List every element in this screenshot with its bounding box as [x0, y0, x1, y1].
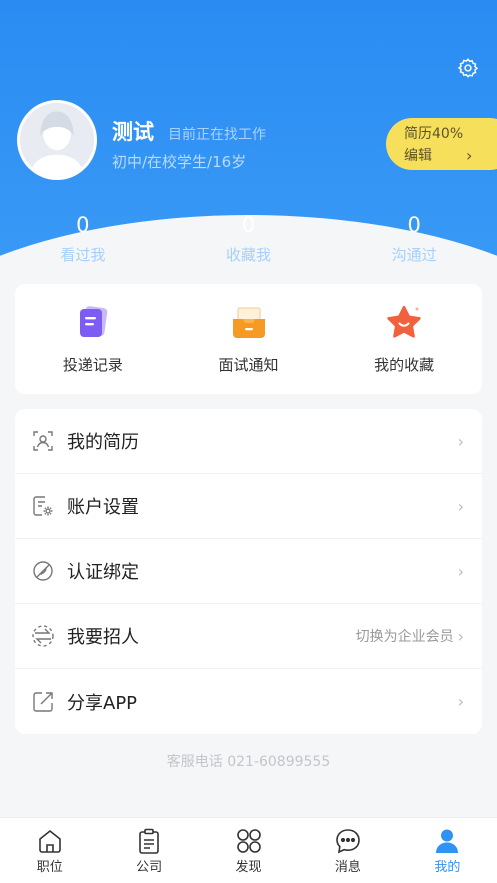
- avatar[interactable]: [17, 100, 97, 180]
- share-icon: [33, 691, 53, 712]
- stat-communicated[interactable]: 0 沟通过: [331, 212, 497, 265]
- edit-label: 编辑: [404, 148, 432, 164]
- tab-discover[interactable]: 发现: [199, 818, 298, 883]
- stat-label: 看过我: [60, 246, 106, 264]
- quick-action-label: 面试通知: [218, 356, 279, 374]
- chevron-right-icon: ›: [457, 496, 464, 516]
- quick-action-label: 投递记录: [62, 356, 123, 374]
- stat-label: 沟通过: [391, 246, 437, 264]
- quick-action-label: 我的收藏: [374, 356, 435, 374]
- inbox-icon: [232, 307, 265, 338]
- tab-me[interactable]: 我的: [398, 818, 497, 883]
- menu-item-hint: 切换为企业会员: [355, 629, 454, 645]
- menu-item-label: 我要招人: [67, 627, 139, 648]
- tab-messages[interactable]: 消息: [298, 818, 397, 883]
- customer-service-phone[interactable]: 客服电话 021-60899555: [0, 751, 497, 771]
- avatar-placeholder-icon: [20, 103, 94, 177]
- chevron-right-icon: ›: [457, 626, 464, 646]
- star-icon: [387, 305, 421, 338]
- quick-action-applications[interactable]: 投递记录: [15, 284, 171, 394]
- stats-row: 0 看过我 0 收藏我 0 沟通过: [0, 212, 497, 265]
- user-name: 测试: [112, 120, 154, 144]
- tab-label: 职位: [36, 860, 63, 875]
- resume-completion-button[interactable]: 简历40% 编辑 ›: [386, 118, 497, 170]
- job-status: 目前正在找工作: [168, 127, 266, 143]
- tab-label: 我的: [434, 860, 461, 875]
- quick-actions-card: 投递记录 面试通知 我的收藏: [15, 284, 482, 394]
- tab-jobs[interactable]: 职位: [0, 818, 99, 883]
- resume-percent: 简历40%: [404, 126, 464, 142]
- stat-viewed-me[interactable]: 0 看过我: [0, 212, 166, 265]
- chevron-right-icon: ›: [457, 561, 464, 581]
- menu-item-share-app[interactable]: 分享APP ›: [15, 669, 482, 734]
- user-icon: [436, 829, 459, 853]
- clipboard-icon: [139, 828, 159, 854]
- chevron-right-icon: ›: [466, 146, 473, 165]
- tab-label: 发现: [235, 860, 262, 875]
- discover-icon: [236, 829, 261, 853]
- stat-value: 0: [407, 213, 421, 237]
- menu-item-my-resume[interactable]: 我的简历 ›: [15, 409, 482, 474]
- user-info: 初中/在校学生/16岁: [112, 153, 247, 171]
- stat-value: 0: [241, 213, 256, 237]
- menu-item-label: 分享APP: [67, 692, 138, 714]
- menu-item-verification[interactable]: 认证绑定 ›: [15, 539, 482, 604]
- verify-icon: [33, 561, 53, 581]
- menu-item-account-settings[interactable]: 账户设置 ›: [15, 474, 482, 539]
- bottom-tab-bar: 职位 公司 发现 消息 我的: [0, 817, 497, 883]
- settings-icon[interactable]: [457, 57, 479, 79]
- tab-company[interactable]: 公司: [99, 818, 198, 883]
- message-icon: [336, 829, 360, 854]
- menu-item-recruit[interactable]: 我要招人 切换为企业会员 ›: [15, 604, 482, 669]
- menu-item-label: 账户设置: [67, 497, 139, 518]
- tab-label: 公司: [136, 860, 163, 875]
- menu-list: 我的简历 › 账户设置 › 认证绑定 › 我要招人 切换为企业会员 › 分享AP…: [15, 409, 482, 734]
- menu-item-label: 我的简历: [67, 432, 139, 453]
- switch-icon: [32, 625, 54, 647]
- chevron-right-icon: ›: [457, 431, 464, 451]
- document-icon: [79, 306, 108, 337]
- quick-action-favorites[interactable]: 我的收藏: [326, 284, 482, 394]
- menu-item-label: 认证绑定: [67, 562, 139, 583]
- account-settings-icon: [33, 496, 53, 516]
- stat-value: 0: [76, 213, 90, 237]
- quick-action-interviews[interactable]: 面试通知: [171, 284, 327, 394]
- stat-favorited-me[interactable]: 0 收藏我: [166, 212, 332, 265]
- home-icon: [38, 829, 61, 853]
- tab-label: 消息: [334, 860, 361, 875]
- chevron-right-icon: ›: [457, 692, 464, 711]
- resume-icon: [33, 431, 53, 451]
- stat-label: 收藏我: [226, 246, 272, 264]
